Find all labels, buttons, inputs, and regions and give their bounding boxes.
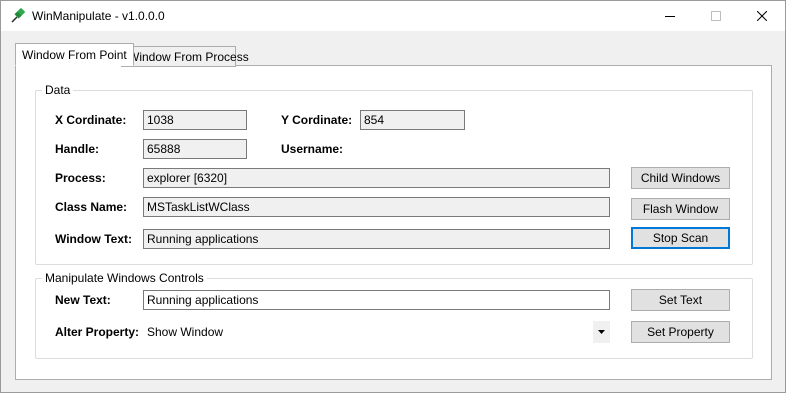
minimize-button[interactable] xyxy=(647,1,693,31)
new-text-label: New Text: xyxy=(55,293,111,307)
class-name-field[interactable]: MSTaskListWClass xyxy=(143,197,610,217)
window-text-label: Window Text: xyxy=(55,232,132,246)
window-title: WinManipulate - v1.0.0.0 xyxy=(32,9,165,23)
pushpin-icon xyxy=(10,8,26,24)
app-window: WinManipulate - v1.0.0.0 Window From Poi… xyxy=(0,0,786,393)
x-coordinate-field[interactable]: 1038 xyxy=(143,110,247,130)
close-icon xyxy=(757,11,767,21)
username-label: Username: xyxy=(281,142,344,156)
handle-field[interactable]: 65888 xyxy=(143,139,247,159)
tab-window-from-process[interactable]: Window From Process xyxy=(121,46,249,67)
handle-label: Handle: xyxy=(55,142,100,156)
tab-panel: Data X Cordinate: 1038 Y Cordinate: 854 … xyxy=(15,65,772,380)
tab-window-from-point[interactable]: Window From Point xyxy=(15,43,134,66)
maximize-icon xyxy=(711,11,721,21)
chevron-down-icon[interactable] xyxy=(593,321,610,343)
set-text-button[interactable]: Set Text xyxy=(631,289,730,311)
title-bar[interactable]: WinManipulate - v1.0.0.0 xyxy=(1,1,785,31)
class-name-label: Class Name: xyxy=(55,200,128,214)
alter-property-select[interactable]: Show Window xyxy=(143,321,610,343)
manipulate-group-legend: Manipulate Windows Controls xyxy=(42,271,207,285)
process-label: Process: xyxy=(55,171,106,185)
close-button[interactable] xyxy=(739,1,785,31)
x-coordinate-label: X Cordinate: xyxy=(55,113,127,127)
y-coordinate-field[interactable]: 854 xyxy=(360,110,465,130)
alter-property-selected: Show Window xyxy=(147,325,224,339)
data-group-legend: Data xyxy=(42,83,74,97)
maximize-button[interactable] xyxy=(693,1,739,31)
new-text-input[interactable]: Running applications xyxy=(143,290,610,310)
set-property-button[interactable]: Set Property xyxy=(631,321,730,343)
stop-scan-button[interactable]: Stop Scan xyxy=(631,227,730,249)
process-field[interactable]: explorer [6320] xyxy=(143,168,610,188)
window-text-field[interactable]: Running applications xyxy=(143,229,610,249)
alter-property-label: Alter Property: xyxy=(55,325,140,339)
flash-window-button[interactable]: Flash Window xyxy=(631,198,730,220)
child-windows-button[interactable]: Child Windows xyxy=(631,167,730,189)
y-coordinate-label: Y Cordinate: xyxy=(281,113,353,127)
minimize-icon xyxy=(665,16,675,17)
